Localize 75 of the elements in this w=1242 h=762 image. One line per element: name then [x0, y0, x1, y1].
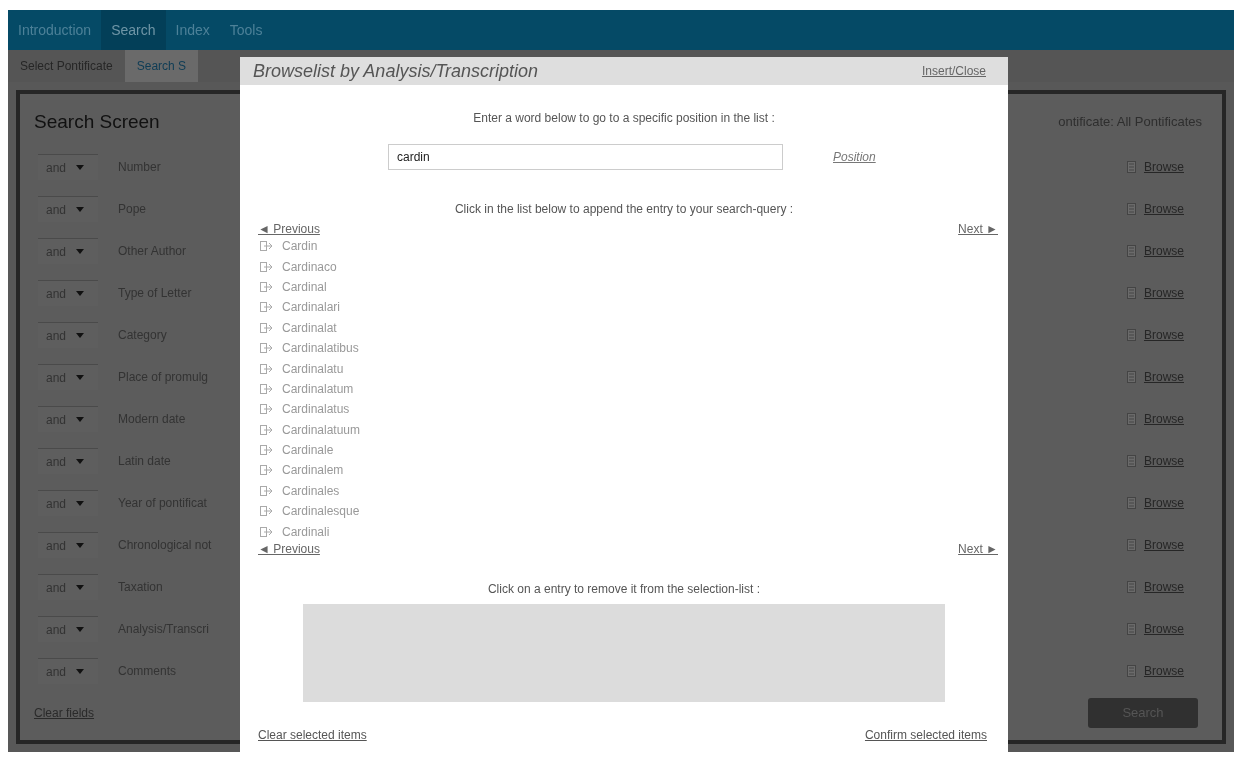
previous-link[interactable]: ◄ Previous	[258, 539, 320, 558]
list-entry[interactable]: Cardin	[282, 237, 318, 256]
append-icon	[260, 424, 274, 435]
list-entry[interactable]: Cardinalat	[282, 318, 337, 337]
list-entry[interactable]: Cardinales	[282, 481, 340, 500]
list-entry[interactable]: Cardinalem	[282, 461, 344, 480]
list-entry[interactable]: Cardinalatum	[282, 379, 354, 398]
caret-icon	[76, 417, 85, 422]
append-icon	[260, 383, 274, 394]
append-icon	[260, 485, 274, 496]
caret-icon	[76, 459, 85, 464]
list-icon	[1127, 161, 1136, 173]
caret-icon	[76, 501, 85, 506]
instruction-text: Enter a word below to go to a specific position in the list :	[472, 110, 776, 127]
list-entry[interactable]: Cardinale	[282, 441, 334, 460]
list-icon	[1127, 665, 1136, 677]
list-icon	[1127, 455, 1136, 467]
caret-icon	[76, 627, 85, 632]
list-entry[interactable]: Cardinalatuum	[282, 420, 361, 439]
instruction-text: Click on a entry to remove it from the selection-list :	[486, 580, 762, 598]
list-icon	[1127, 497, 1136, 509]
list-entry[interactable]: Cardinal	[282, 277, 327, 296]
caret-icon	[76, 585, 85, 590]
append-icon	[260, 241, 274, 252]
position-field[interactable]: cardin	[388, 144, 783, 170]
list-icon	[1127, 329, 1136, 341]
list-entry[interactable]: Cardinaco	[282, 257, 337, 276]
next-link[interactable]: Next ►	[958, 220, 998, 238]
dialog-title: Browselist by Analysis/Transcription	[253, 59, 539, 83]
list-icon	[1127, 287, 1136, 299]
list-entry[interactable]: Cardinalatu	[282, 359, 344, 378]
list-entry[interactable]: Cardinalesque	[282, 502, 360, 521]
list-icon	[1127, 371, 1136, 383]
panel-title: Search Screen	[34, 109, 160, 134]
nav-tab[interactable]: Tools	[219, 10, 273, 50]
nav-tab[interactable]: Search	[101, 10, 166, 50]
position-link[interactable]: Position	[833, 148, 876, 166]
confirm-selected-link[interactable]: Confirm selected items	[864, 725, 987, 744]
caret-icon	[76, 207, 85, 212]
caret-icon	[76, 333, 85, 338]
append-icon	[260, 343, 274, 354]
append-icon	[260, 445, 274, 456]
append-icon	[260, 261, 274, 272]
caret-icon	[76, 165, 85, 170]
list-icon	[1127, 203, 1136, 215]
nav-tab[interactable]: Index	[165, 10, 220, 50]
append-icon	[260, 322, 274, 333]
append-icon	[260, 404, 274, 415]
caret-icon	[76, 249, 85, 254]
append-icon	[260, 465, 274, 476]
append-icon	[260, 526, 274, 537]
append-icon	[260, 363, 274, 374]
list-icon	[1127, 245, 1136, 257]
caret-icon	[76, 291, 85, 296]
list-icon	[1127, 539, 1136, 551]
next-link[interactable]: Next ►	[958, 539, 998, 558]
append-icon	[260, 506, 274, 517]
clear-selected-link[interactable]: Clear selected items	[258, 725, 367, 744]
append-icon	[260, 302, 274, 313]
list-entry[interactable]: Cardinalatus	[282, 400, 350, 419]
caret-icon	[76, 543, 85, 548]
list-entry[interactable]: Cardinalatibus	[282, 339, 359, 358]
list-icon	[1127, 623, 1136, 635]
caret-icon	[76, 669, 85, 674]
sub-tab[interactable]: Search S	[124, 50, 199, 82]
list-entry[interactable]: Cardinali	[282, 522, 330, 541]
list-entry[interactable]: Cardinalari	[282, 298, 341, 317]
instruction-text: Click in the list below to append the entry to your search-query :	[453, 201, 795, 218]
previous-link[interactable]: ◄ Previous	[258, 220, 320, 238]
list-icon	[1127, 413, 1136, 425]
insert-close-link[interactable]: Insert/Close	[921, 62, 986, 80]
nav-tab[interactable]: Introduction	[8, 10, 102, 50]
append-icon	[260, 281, 274, 292]
list-icon	[1127, 581, 1136, 593]
caret-icon	[76, 375, 85, 380]
